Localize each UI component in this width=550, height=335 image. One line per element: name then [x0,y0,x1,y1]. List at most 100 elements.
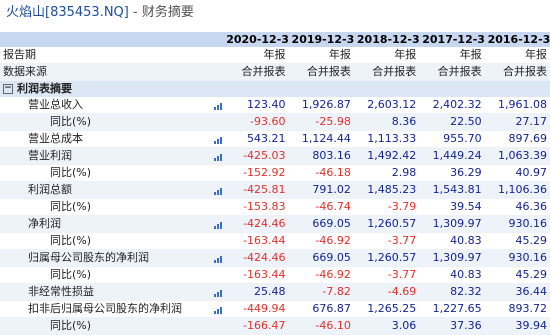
table-cell: 36.29 [419,164,485,182]
bar-chart-icon[interactable] [214,134,224,144]
table-cell: -166.47 [223,317,289,335]
table-row: 同比(%) -153.83 -46.74 -3.79 39.54 46.36 [0,198,550,216]
table-cell: 1,309.97 [419,249,485,267]
row-label: 扣非后归属母公司股东的净利润 [0,300,212,318]
table-cell: 3.06 [353,317,420,335]
table-cell: 955.70 [419,130,485,148]
bar-chart-icon[interactable] [214,253,224,263]
table-cell: 1,106.36 [484,181,550,199]
year-header[interactable]: 2020-12-31 [223,32,289,47]
table-cell: 1,063.39 [484,147,550,165]
table-cell: 39.94 [484,317,550,335]
bar-chart-icon[interactable] [214,287,224,297]
table-cell: 39.54 [419,198,485,216]
table-cell: -46.92 [288,232,354,250]
table-row: 同比(%) -93.60 -25.98 8.36 22.50 27.17 [0,113,550,131]
table-cell: -46.18 [288,164,354,182]
year-header-row: 2020-12-31 2019-12-31 2018-12-31 2017-12… [0,32,550,47]
table-cell: 1,227.65 [419,300,485,318]
table-cell: -46.10 [288,317,354,335]
table-cell: 合并报表 [288,63,354,81]
header-blank [0,32,212,47]
table-row: 同比(%) -152.92 -46.18 2.98 36.29 40.97 [0,164,550,182]
table-cell: 年报 [419,47,485,64]
table-cell: -3.77 [353,266,420,284]
table-cell: -153.83 [223,198,289,216]
table-cell: 803.16 [288,147,354,165]
title-separator: - [128,5,142,20]
bar-chart-icon[interactable] [214,151,224,161]
table-cell: 合并报表 [353,63,420,81]
row-label: 同比(%) [0,198,212,216]
table-cell: -3.79 [353,198,420,216]
table-cell: 1,485.23 [353,181,420,199]
icon-cell [211,63,224,81]
icon-cell [211,232,224,250]
table-cell: -46.74 [288,198,354,216]
row-label: 数据来源 [0,63,212,81]
table-row: 营业总收入 123.40 1,926.87 2,603.12 2,402.32 1,961… [0,97,550,114]
icon-cell [211,266,224,284]
table-cell: 36.44 [484,283,550,301]
table-cell: 22.50 [419,113,485,131]
row-label: 归属母公司股东的净利润 [0,249,212,267]
table-cell: 1,492.42 [353,147,420,165]
bar-chart-icon[interactable] [214,185,224,195]
table-cell: -424.46 [223,249,289,267]
table-cell: 40.83 [419,232,485,250]
table-cell: 930.16 [484,215,550,233]
row-label: 同比(%) [0,317,212,335]
table-row: 净利润 -424.46 669.05 1,260.57 1,309.97 930.16 [0,215,550,233]
bar-chart-icon[interactable] [214,304,224,314]
table-cell: 年报 [223,47,289,64]
table-row: 扣非后归属母公司股东的净利润 -449.94 676.87 1,265.25 1,227… [0,300,550,318]
table-cell: 123.40 [223,97,289,114]
row-label: 利润总额 [0,181,212,199]
year-header[interactable]: 2016-12-31 [484,32,550,47]
row-label: 营业总收入 [0,97,212,114]
financial-summary-table: 2020-12-31 2019-12-31 2018-12-31 2017-12… [0,32,550,335]
table-cell: 2,402.32 [419,97,485,114]
table-cell: 45.29 [484,266,550,284]
year-header[interactable]: 2017-12-31 [419,32,485,47]
row-label: 非经常性损益 [0,283,212,301]
bar-chart-icon[interactable] [214,219,224,229]
table-cell: -163.44 [223,266,289,284]
table-cell: 1,265.25 [353,300,420,318]
bar-chart-icon[interactable] [214,100,224,110]
header-blank-icon-col [211,32,224,47]
table-cell: -152.92 [223,164,289,182]
year-header[interactable]: 2018-12-31 [353,32,420,47]
row-label: 同比(%) [0,266,212,284]
icon-cell [211,97,224,114]
table-cell: 669.05 [288,215,354,233]
table-cell: 27.17 [484,113,550,131]
table-cell: -93.60 [223,113,289,131]
table-cell: 45.29 [484,232,550,250]
icon-cell [211,130,224,148]
page-title: 财务摘要 [141,5,194,20]
table-cell: 合并报表 [223,63,289,81]
table-row: 利润总额 -425.81 791.02 1,485.23 1,543.81 1,106.3… [0,181,550,199]
table-cell: -424.46 [223,215,289,233]
table-cell: -449.94 [223,300,289,318]
icon-cell [211,317,224,335]
table-cell: -163.44 [223,232,289,250]
table-row: 非经常性损益 25.48 -7.82 -4.69 82.32 36.44 [0,283,550,301]
table-cell: 年报 [288,47,354,64]
table-row: 归属母公司股东的净利润 -424.46 669.05 1,260.57 1,309.97… [0,249,550,267]
table-row: 同比(%) -163.44 -46.92 -3.77 40.83 45.29 [0,232,550,250]
table-cell: -425.81 [223,181,289,199]
table-cell: 1,543.81 [419,181,485,199]
meta-row: 数据来源 合并报表 合并报表 合并报表 合并报表 合并报表 [0,63,550,81]
meta-row: 报告期 年报 年报 年报 年报 年报 [0,47,550,64]
table-cell: 1,124.44 [288,130,354,148]
table-cell: 40.97 [484,164,550,182]
icon-cell [211,300,224,318]
year-header[interactable]: 2019-12-31 [288,32,354,47]
collapse-icon[interactable]: − [3,84,13,94]
table-cell: 1,926.87 [288,97,354,114]
icon-cell [211,47,224,64]
section-row[interactable]: − 利润表摘要 [0,80,550,97]
table-cell: -46.92 [288,266,354,284]
